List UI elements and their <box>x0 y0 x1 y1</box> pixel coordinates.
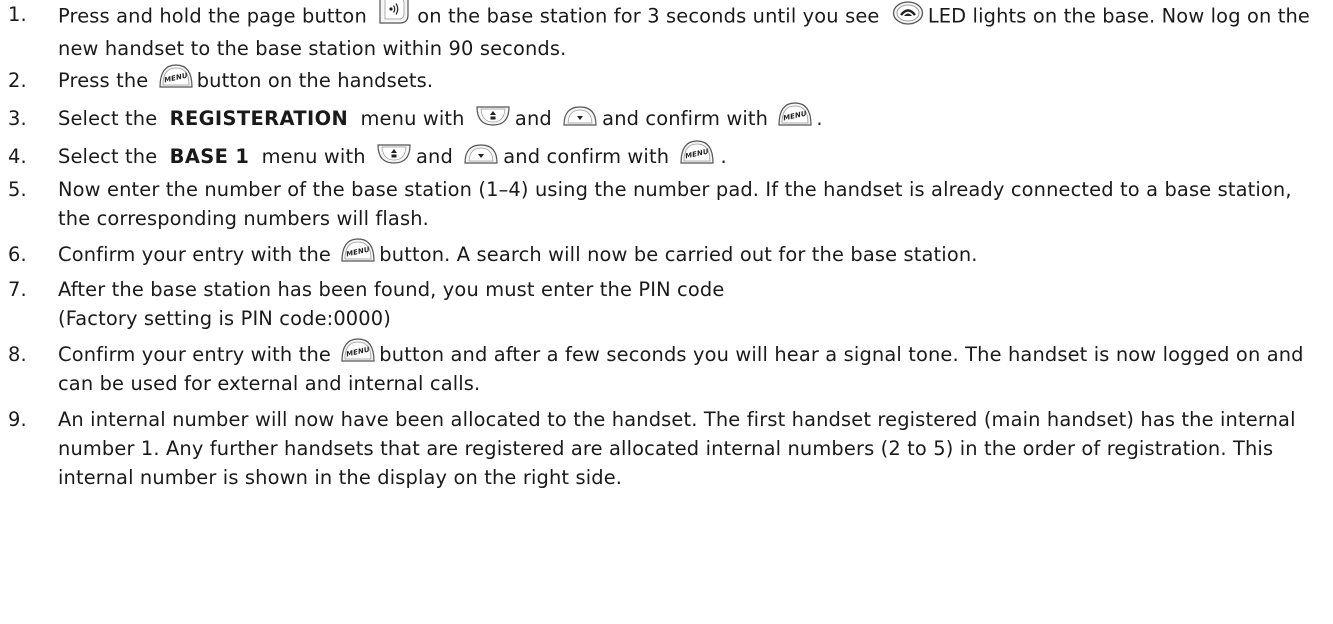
step-text: Now enter the number of the base station… <box>58 178 1292 230</box>
menu-button-icon: MENU <box>679 139 715 165</box>
step-8: 8. Confirm your entry with the MENU butt… <box>0 337 1325 398</box>
step-text: Select the BASE 1 menu with and and conf… <box>58 139 1325 171</box>
step-text: Press the MENU button on the handsets. <box>58 63 1325 95</box>
menu-button-icon: MENU <box>340 337 376 363</box>
step-number: 3. <box>8 107 27 130</box>
down-key-icon <box>463 143 499 165</box>
page-button-icon <box>377 0 411 26</box>
step-number: 1. <box>8 3 27 26</box>
up-key-icon <box>376 143 412 165</box>
step-number: 8. <box>8 343 27 366</box>
step-number: 4. <box>8 145 27 168</box>
step-6: 6. Confirm your entry with the MENU butt… <box>0 237 1325 269</box>
down-key-icon <box>562 105 598 127</box>
base-led-icon <box>892 0 924 26</box>
step-number: 9. <box>8 408 27 431</box>
menu-button-icon: MENU <box>777 101 813 127</box>
step-5: 5. Now enter the number of the base stat… <box>0 175 1325 233</box>
step-number: 5. <box>8 178 27 201</box>
step-3: 3. Select the REGISTERATION menu with an… <box>0 101 1325 133</box>
step-7: 7. After the base station has been found… <box>0 275 1325 333</box>
step-1: 1. Press and hold the page button on the… <box>0 0 1325 63</box>
instruction-document: 1. Press and hold the page button on the… <box>0 0 1333 624</box>
step-4: 4. Select the BASE 1 menu with and and c… <box>0 139 1325 171</box>
step-number: 6. <box>8 243 27 266</box>
step-text: Confirm your entry with the MENU button.… <box>58 237 1325 269</box>
step-text: Select the REGISTERATION menu with and a… <box>58 101 1325 133</box>
step-text: Confirm your entry with the MENU button … <box>58 337 1325 398</box>
step-9: 9. An internal number will now have been… <box>0 405 1325 492</box>
step-number: 2. <box>8 69 27 92</box>
step-text: After the base station has been found, y… <box>58 278 725 330</box>
menu-button-icon: MENU <box>340 237 376 263</box>
step-2: 2. Press the MENU button on the handsets… <box>0 63 1325 95</box>
menu-button-icon: MENU <box>158 63 194 89</box>
up-key-icon <box>475 105 511 127</box>
step-text: Press and hold the page button on the ba… <box>58 0 1325 63</box>
step-text: An internal number will now have been al… <box>58 408 1296 489</box>
menu-keyword: REGISTERATION <box>169 107 349 130</box>
menu-keyword: BASE 1 <box>169 145 250 168</box>
step-number: 7. <box>8 278 27 301</box>
